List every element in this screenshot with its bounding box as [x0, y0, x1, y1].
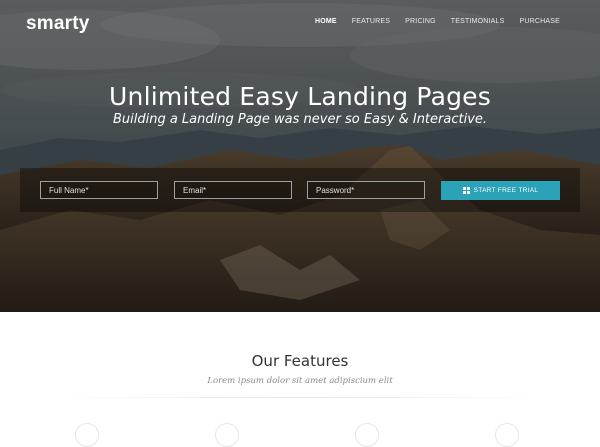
feature-icon-circle — [495, 423, 519, 447]
nav-testimonials[interactable]: TESTIMONIALS — [451, 18, 505, 25]
full-name-input[interactable] — [40, 181, 158, 199]
password-input[interactable] — [307, 181, 425, 199]
email-input[interactable] — [174, 181, 292, 199]
start-free-trial-button[interactable]: START FREE TRIAL — [441, 181, 560, 200]
nav-features[interactable]: FEATURES — [352, 18, 390, 25]
nav-purchase[interactable]: PURCHASE — [520, 18, 561, 25]
main-nav: HOME FEATURES PRICING TESTIMONIALS PURCH… — [315, 18, 560, 25]
features-title: Our Features — [251, 352, 349, 370]
grid-icon — [462, 187, 470, 194]
features-subtitle: Lorem ipsum dolor sit amet adipiscium el… — [207, 376, 393, 386]
feature-icon-circle — [215, 423, 239, 447]
nav-home[interactable]: HOME — [315, 18, 337, 25]
hero-section: smarty HOME FEATURES PRICING TESTIMONIAL… — [0, 0, 600, 312]
hero-subtitle: Building a Landing Page was never so Eas… — [112, 112, 488, 127]
nav-pricing[interactable]: PRICING — [405, 18, 436, 25]
brand-logo[interactable]: smarty — [26, 13, 90, 35]
hero-title: Unlimited Easy Landing Pages — [109, 82, 491, 111]
feature-icon-circle — [355, 423, 379, 447]
start-free-trial-label: START FREE TRIAL — [473, 187, 539, 194]
feature-icon-circle — [75, 423, 99, 447]
section-divider — [50, 397, 550, 398]
hero-overlay — [0, 0, 600, 312]
